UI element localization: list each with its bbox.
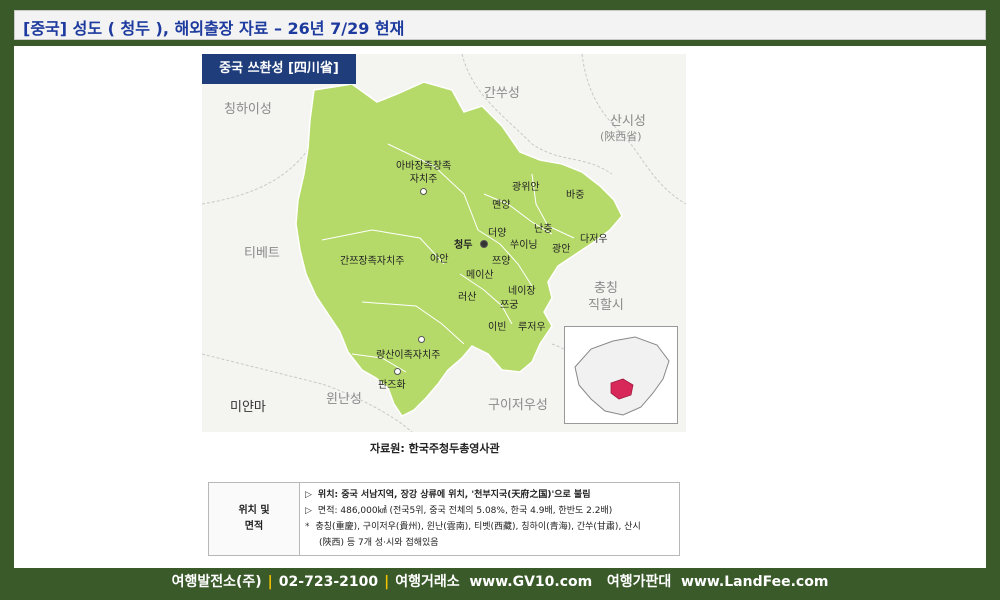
label-shaanxi-cn: (陜西省) bbox=[600, 130, 642, 143]
city-yaan: 야안 bbox=[430, 254, 449, 265]
city-leshan: 러산 bbox=[458, 292, 477, 303]
info-row-location: ▷ 위치: 중국 서남지역, 장강 상류에 위치, '천부지국(天府之国)'으로 … bbox=[305, 487, 677, 503]
info-neighbors-text-cont: (陜西) 등 7개 성·시와 접해있음 bbox=[319, 538, 439, 548]
footer-company: 여행발전소(주) bbox=[171, 574, 262, 590]
city-ganzi: 간쯔장족자치주 bbox=[340, 256, 405, 267]
footer-separator: | bbox=[384, 574, 390, 590]
city-panzhihua: 판즈화 bbox=[378, 380, 406, 391]
map-source: 자료원: 한국주청두총영사관 bbox=[370, 442, 500, 455]
dot-liangshan bbox=[418, 336, 425, 343]
city-mianyang: 몐양 bbox=[492, 200, 511, 211]
map-title: 중국 쓰촨성 [四川省] bbox=[202, 54, 356, 84]
china-inset-map bbox=[564, 326, 678, 424]
city-neijiang: 네이장 bbox=[508, 286, 536, 297]
city-aba: 아바장족창족 자치주 bbox=[396, 161, 452, 185]
label-qinghai: 칭하이성 bbox=[224, 102, 272, 117]
label-tibet: 티베트 bbox=[244, 246, 280, 261]
dot-aba bbox=[420, 188, 427, 195]
header-bar: [중국] 성도 ( 청두 ), 해외출장 자료 – 26년 7/29 현재 bbox=[14, 10, 986, 40]
city-liangshan: 량산이족자치주 bbox=[376, 350, 441, 361]
label-gansu: 간쑤성 bbox=[484, 86, 520, 101]
label-myanmar: 미얀마 bbox=[230, 400, 266, 415]
star-marker: * bbox=[305, 522, 310, 532]
footer-bar: 여행발전소(주) | 02-723-2100 | 여행거래소 www.GV10.com … bbox=[0, 568, 1000, 600]
info-neighbors-text: 충칭(重慶), 구이저우(貴州), 윈난(雲南), 티벳(西藏), 칭하이(青海… bbox=[315, 522, 641, 532]
city-yibin: 이빈 bbox=[488, 322, 507, 333]
city-ziyang: 쯔양 bbox=[492, 256, 511, 267]
location-area-table: 위치 및 면적 ▷ 위치: 중국 서남지역, 장강 상류에 위치, '천부지국(天… bbox=[208, 482, 680, 556]
info-head-label: 위치 및 면적 bbox=[238, 505, 270, 532]
info-area-text: 면적: 486,000㎢ (전국5위, 중국 전체의 5.08%, 한국 4.9… bbox=[317, 506, 613, 516]
page-title: [중국] 성도 ( 청두 ), 해외출장 자료 – 26년 7/29 현재 bbox=[23, 19, 405, 38]
footer-separator: | bbox=[267, 574, 273, 590]
info-body: ▷ 위치: 중국 서남지역, 장강 상류에 위치, '천부지국(天府之国)'으로 … bbox=[305, 487, 677, 551]
city-bazhong: 바중 bbox=[566, 190, 585, 201]
city-meishan: 메이산 bbox=[466, 270, 494, 281]
info-row-neighbors-cont: (陜西) 등 7개 성·시와 접해있음 bbox=[305, 535, 677, 551]
label-yunnan: 윈난성 bbox=[326, 392, 362, 407]
label-shaanxi: 산시성 bbox=[610, 114, 646, 129]
content-area: 중국 쓰촨성 [四川省] 칭하이성 간쑤성 산시성 (陜西省) 티베트 충칭 직… bbox=[14, 46, 986, 568]
footer-phone: 02-723-2100 bbox=[278, 574, 379, 590]
city-zigong: 쯔궁 bbox=[500, 300, 519, 311]
info-row-neighbors: * 충칭(重慶), 구이저우(貴州), 윈난(雲南), 티벳(西藏), 칭하이(青… bbox=[305, 519, 677, 535]
city-chengdu: 청두 bbox=[454, 240, 473, 251]
city-deyang: 더양 bbox=[488, 228, 507, 239]
info-row-area: ▷ 면적: 486,000㎢ (전국5위, 중국 전체의 5.08%, 한국 4.… bbox=[305, 503, 677, 519]
city-dazhou: 다저우 bbox=[580, 234, 608, 245]
city-luzhou: 루저우 bbox=[518, 322, 546, 333]
label-guizhou: 구이저우성 bbox=[488, 398, 548, 413]
footer-site2-link[interactable]: www.LandFee.com bbox=[681, 574, 828, 590]
dot-panzhihua bbox=[394, 368, 401, 375]
footer-site2-label: 여행가판대 bbox=[606, 574, 672, 590]
info-location-text: 위치: 중국 서남지역, 장강 상류에 위치, '천부지국(天府之国)'으로 불… bbox=[317, 490, 591, 500]
city-guangyuan: 광위안 bbox=[512, 182, 540, 193]
city-suining: 쑤이닝 bbox=[510, 240, 538, 251]
footer-site1-link[interactable]: www.GV10.com bbox=[469, 574, 592, 590]
city-nanchong: 난충 bbox=[534, 224, 553, 235]
sichuan-map: 중국 쓰촨성 [四川省] 칭하이성 간쑤성 산시성 (陜西省) 티베트 충칭 직… bbox=[202, 54, 686, 432]
info-head: 위치 및 면적 bbox=[209, 483, 300, 555]
label-chongqing: 충칭 직할시 bbox=[588, 281, 624, 313]
arrow-marker: ▷ bbox=[305, 506, 312, 516]
china-outline bbox=[574, 336, 670, 416]
city-guangan: 광안 bbox=[552, 244, 571, 255]
arrow-marker: ▷ bbox=[305, 490, 312, 500]
footer-site1-label: 여행거래소 bbox=[395, 574, 460, 590]
dot-chengdu bbox=[480, 240, 488, 248]
